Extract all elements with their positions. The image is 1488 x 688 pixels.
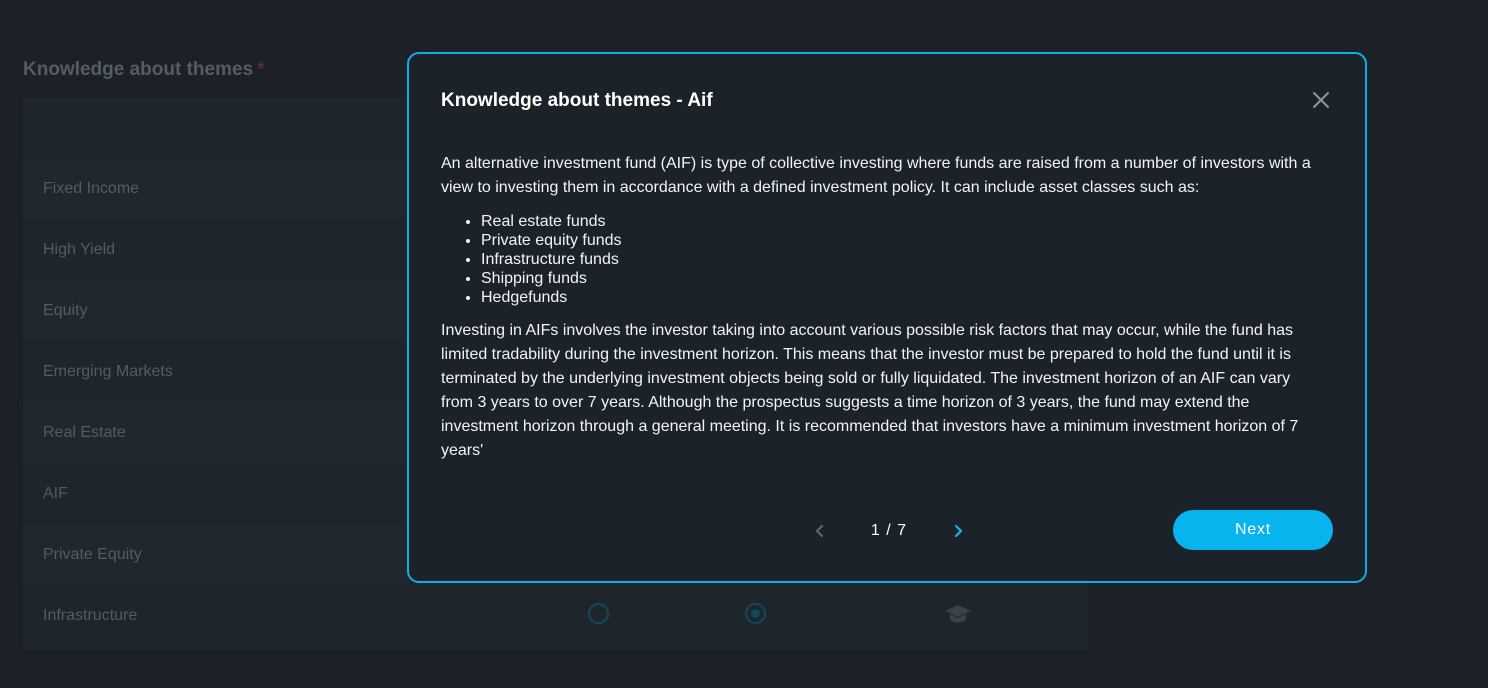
chevron-right-icon[interactable]: [947, 520, 969, 542]
close-icon[interactable]: [1311, 90, 1331, 110]
next-button[interactable]: Next: [1173, 510, 1333, 550]
list-item: Shipping funds: [481, 269, 1321, 288]
list-item: Real estate funds: [481, 212, 1321, 231]
intro-paragraph: An alternative investment fund (AIF) is …: [441, 155, 1311, 196]
list-item: Infrastructure funds: [481, 250, 1321, 269]
page-indicator: 1 / 7: [870, 522, 908, 539]
chevron-left-icon[interactable]: [809, 520, 831, 542]
modal-overlay: Knowledge about themes - Aif An alternat…: [0, 0, 1488, 688]
list-item: Hedgefunds: [481, 288, 1321, 307]
pagination: 1 / 7: [809, 520, 969, 542]
asset-class-list: Real estate funds Private equity funds I…: [441, 212, 1321, 307]
info-modal: Knowledge about themes - Aif An alternat…: [407, 52, 1367, 583]
details-paragraph: Investing in AIFs involves the investor …: [441, 322, 1299, 459]
list-item: Private equity funds: [481, 231, 1321, 250]
modal-title: Knowledge about themes - Aif: [441, 90, 713, 111]
modal-body: An alternative investment fund (AIF) is …: [441, 152, 1321, 463]
